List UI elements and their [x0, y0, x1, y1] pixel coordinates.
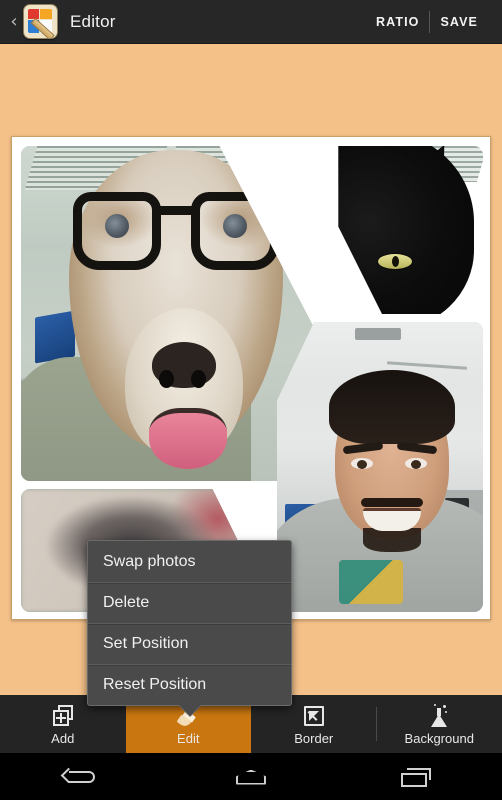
logo-quadrant-orange	[40, 9, 52, 19]
android-nav-bar	[0, 753, 502, 800]
tab-background[interactable]: Background	[377, 695, 502, 753]
tab-background-label: Background	[404, 730, 474, 746]
top-action-bar: ‹ Editor RATIO SAVE	[0, 0, 502, 44]
dog-nostril-right	[191, 370, 206, 388]
ratio-button[interactable]: RATIO	[366, 15, 429, 29]
tab-add-label: Add	[51, 730, 75, 746]
recents-icon[interactable]	[383, 762, 453, 792]
man-iris-left	[357, 460, 367, 469]
menu-pointer-arrow	[178, 705, 201, 716]
border-icon	[302, 704, 326, 728]
glasses-lens-left	[73, 192, 161, 270]
man-hair-shape	[329, 370, 455, 444]
glasses-bridge	[157, 206, 197, 215]
photo-context-menu[interactable]: Swap photos Delete Set Position Reset Po…	[87, 540, 292, 716]
save-button[interactable]: SAVE	[430, 15, 488, 29]
glasses-overlay-icon	[73, 192, 300, 272]
menu-item-swap-photos[interactable]: Swap photos	[88, 541, 291, 582]
black-dog-ear-left	[258, 146, 329, 207]
add-photos-icon	[51, 704, 75, 728]
black-dog-pupil-right	[392, 256, 399, 267]
black-dog-head-shape	[338, 146, 474, 314]
dog-nostril-left	[159, 370, 174, 388]
man-iris-right	[411, 460, 421, 469]
page-title: Editor	[70, 11, 116, 31]
black-dog-eye-left	[292, 254, 326, 269]
app-logo-icon[interactable]	[23, 4, 58, 39]
menu-item-reset-position[interactable]: Reset Position	[88, 664, 291, 705]
glasses-lens-right	[191, 192, 279, 270]
back-chevron-icon[interactable]: ‹	[6, 12, 22, 31]
black-dog-pupil-left	[306, 256, 313, 267]
monitor-detail	[35, 310, 75, 364]
man-moustache-shape	[361, 498, 423, 507]
menu-item-set-position[interactable]: Set Position	[88, 623, 291, 664]
menu-item-delete[interactable]: Delete	[88, 582, 291, 623]
cell-photo-man-selfie	[277, 322, 483, 612]
flask-icon	[427, 703, 451, 728]
man-beard-shape	[363, 528, 421, 552]
tab-border-label: Border	[294, 730, 334, 746]
shirt-logo-detail	[339, 560, 403, 604]
back-icon[interactable]	[49, 762, 119, 792]
glasses-temple	[272, 202, 300, 214]
collage-cell-man-selfie[interactable]	[277, 322, 483, 612]
editor-screen: ‹ Editor RATIO SAVE Swap photos Delete S…	[0, 0, 502, 800]
home-icon[interactable]	[216, 762, 286, 792]
dog-tongue-shape	[149, 408, 227, 469]
ceiling-vent-detail	[355, 328, 401, 340]
logo-quadrant-red	[28, 9, 39, 19]
tab-edit-label: Edit	[177, 730, 200, 746]
